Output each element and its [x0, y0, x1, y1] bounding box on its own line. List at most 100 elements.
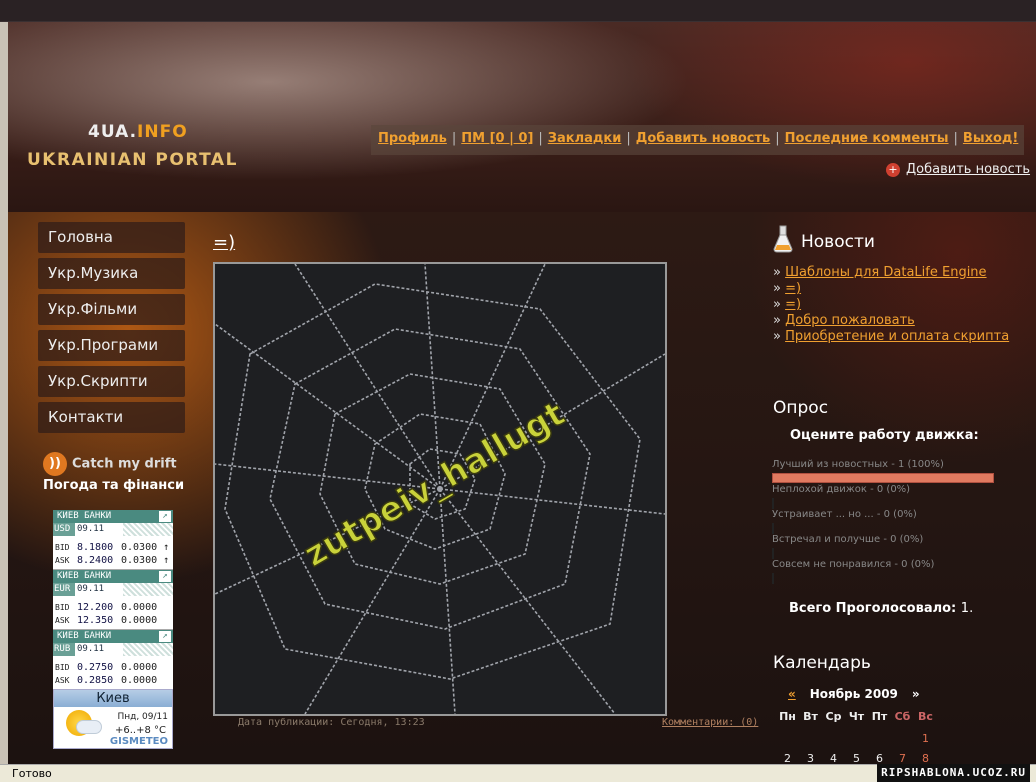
news-list: » Шаблоны для DataLife Engine » =) » =) …	[773, 265, 1013, 345]
news-link[interactable]: =)	[785, 281, 801, 296]
rate-date: 09.11	[77, 524, 105, 534]
cloud-icon	[76, 720, 102, 734]
poll-answer: Совсем не понравился - 0 (0%)	[772, 559, 1002, 584]
nav-pm-link[interactable]: ПМ [0 | 0]	[461, 131, 533, 146]
rate-hatch	[123, 523, 173, 536]
poll-answer: Встречал и получше - 0 (0%)	[772, 534, 1002, 559]
list-item: » =)	[773, 297, 802, 312]
list-item: » =)	[773, 281, 802, 296]
poll-bar	[772, 473, 994, 483]
rate-head: КИЕВ БАНКИ	[53, 630, 173, 643]
calendar-week: 1	[776, 732, 937, 745]
rss-feed[interactable]: )) Catch my drift	[43, 452, 177, 476]
weather-city: Киев	[54, 690, 172, 707]
article-publish-date: Дата публикации: Сегодня, 13:23	[238, 717, 425, 728]
rate-ask-row: ASK 8.2400 0.0300 ↑	[55, 555, 170, 566]
poll-heading: Опрос	[773, 398, 829, 418]
article-image[interactable]: zutpeiv_hallugt	[213, 262, 667, 716]
sidebar-menu: Головна Укр.Музика Укр.Фільми Укр.Програ…	[38, 222, 185, 438]
menu-item-films[interactable]: Укр.Фільми	[38, 294, 185, 325]
poll-answer: Неплохой движок - 0 (0%)	[772, 484, 1002, 509]
rate-head: КИЕВ БАНКИ	[53, 570, 173, 583]
calendar-day[interactable]: 1	[914, 732, 937, 745]
plus-icon: +	[886, 163, 900, 177]
weather-widget[interactable]: Киев Пнд, 09/11 +6..+8 °C GISMETEO	[53, 689, 173, 749]
rss-label: Catch my drift	[72, 456, 177, 472]
rate-bid-row: BID 0.2750 0.0000	[55, 662, 158, 673]
nav-profile-link[interactable]: Профиль	[378, 131, 447, 146]
spiderweb-image: zutpeiv_hallugt	[215, 264, 665, 714]
rate-bid-row: BID 12.200 0.0000	[55, 602, 158, 613]
rate-block-eur[interactable]: КИЕВ БАНКИ ↗ EUR 09.11 BID 12.200 0.0000 A…	[53, 570, 173, 630]
rate-date: 09.11	[77, 584, 105, 594]
news-link[interactable]: Шаблоны для DataLife Engine	[785, 265, 986, 280]
calendar-prev-button[interactable]: «	[788, 687, 796, 701]
rate-currency: RUB	[53, 643, 75, 656]
list-item: » Добро пожаловать	[773, 313, 915, 328]
list-item: » Шаблоны для DataLife Engine	[773, 265, 987, 280]
logo-name: 4UA.	[88, 122, 138, 142]
currency-rates-widget[interactable]: КИЕВ БАНКИ ↗ USD 09.11 BID 8.1800 0.0300 ↑…	[53, 510, 173, 690]
menu-item-music[interactable]: Укр.Музика	[38, 258, 185, 289]
rate-date: 09.11	[77, 644, 105, 654]
user-nav: Профиль | ПМ [0 | 0] | Закладки | Добавить нов…	[371, 125, 1024, 155]
nav-add-news-link[interactable]: Добавить новость	[636, 131, 771, 146]
weather-date: Пнд, 09/11	[117, 712, 168, 722]
poll-total-value: 1.	[960, 601, 974, 616]
rate-currency: EUR	[53, 583, 75, 596]
calendar-weekdays: Пн Вт Ср Чт Пт Сб Вс	[779, 710, 933, 723]
add-news-link[interactable]: Добавить новость	[906, 162, 1030, 177]
poll-answer: Устраивает ... но ... - 0 (0%)	[772, 509, 1002, 534]
nav-last-comments-link[interactable]: Последние комменты	[785, 131, 949, 146]
browser-top-strip	[0, 0, 1036, 22]
poll-bar	[772, 548, 774, 559]
menu-item-home[interactable]: Головна	[38, 222, 185, 253]
corner-arrow-icon: ↗	[159, 631, 171, 642]
news-heading-text: Новости	[801, 232, 875, 252]
up-arrow-icon: ↑	[163, 555, 170, 566]
up-arrow-icon: ↑	[163, 542, 170, 553]
nav-logout-link[interactable]: Выход!	[963, 131, 1018, 146]
article-title-link[interactable]: =)	[213, 232, 235, 253]
list-item: » Приобретение и оплата скрипта	[773, 329, 1010, 344]
poll-total: Всего Проголосовало: 1.	[789, 601, 973, 616]
poll-question: Оцените работу движка:	[790, 428, 979, 443]
poll-answers: Лучший из новостных - 1 (100%) Неплохой …	[772, 459, 1002, 584]
rate-ask-row: ASK 12.350 0.0000	[55, 615, 158, 626]
weather-finance-title: Погода та фінанси	[43, 478, 185, 493]
corner-arrow-icon: ↗	[159, 511, 171, 522]
watermark: RIPSHABLONA.UCOZ.RU	[877, 764, 1030, 782]
site-subtitle: UKRAINIAN PORTAL	[27, 150, 238, 170]
rss-icon: ))	[43, 452, 67, 476]
news-link[interactable]: Добро пожаловать	[785, 313, 915, 328]
news-link[interactable]: Приобретение и оплата скрипта	[785, 329, 1009, 344]
browser-left-edge	[0, 22, 8, 764]
rate-ask-row: ASK 0.2850 0.0000	[55, 675, 158, 686]
add-news-action[interactable]: + Добавить новость	[886, 162, 1030, 177]
corner-arrow-icon: ↗	[159, 571, 171, 582]
poll-bar	[772, 523, 774, 534]
poll-bar	[772, 573, 774, 584]
site-logo[interactable]: 4UA.INFO	[88, 122, 188, 142]
menu-item-programs[interactable]: Укр.Програми	[38, 330, 185, 361]
poll-bar	[772, 498, 774, 509]
rate-block-rub[interactable]: КИЕВ БАНКИ ↗ RUB 09.11 BID 0.2750 0.0000 A…	[53, 630, 173, 690]
status-text: Готово	[12, 767, 52, 780]
rate-bid-row: BID 8.1800 0.0300 ↑	[55, 542, 170, 553]
menu-item-scripts[interactable]: Укр.Скрипти	[38, 366, 185, 397]
rate-head: КИЕВ БАНКИ	[53, 510, 173, 523]
flask-icon	[773, 225, 793, 253]
calendar-nav: « Ноябрь 2009 »	[788, 687, 920, 701]
rate-block-usd[interactable]: КИЕВ БАНКИ ↗ USD 09.11 BID 8.1800 0.0300 ↑…	[53, 510, 173, 570]
logo-tld: INFO	[137, 122, 188, 142]
weather-temp: +6..+8 °C	[114, 725, 166, 736]
comments-link[interactable]: Комментарии: (0)	[662, 717, 758, 728]
news-heading: Новости	[773, 225, 875, 256]
calendar-next-button[interactable]: »	[912, 687, 920, 701]
poll-total-label: Всего Проголосовало:	[789, 601, 957, 616]
nav-bookmarks-link[interactable]: Закладки	[548, 131, 622, 146]
calendar-month: Ноябрь 2009	[809, 687, 898, 701]
news-link[interactable]: =)	[785, 297, 801, 312]
rate-hatch	[123, 643, 173, 656]
menu-item-contacts[interactable]: Контакти	[38, 402, 185, 433]
